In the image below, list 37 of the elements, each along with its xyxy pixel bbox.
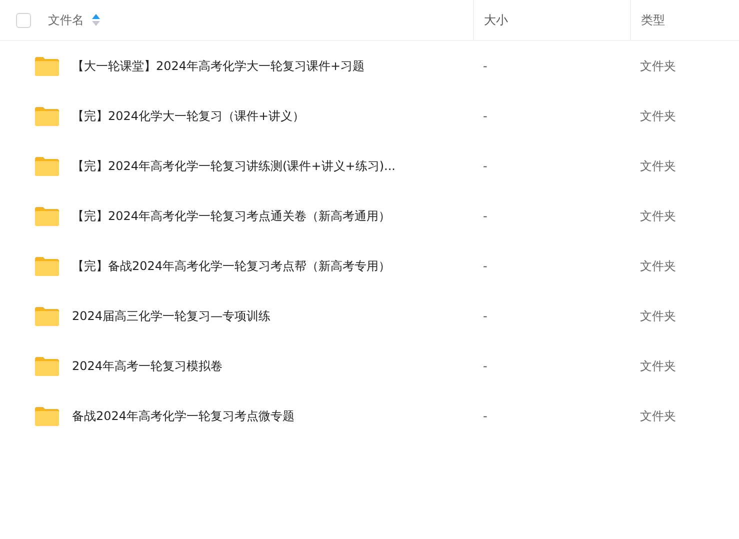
folder-icon bbox=[34, 206, 60, 226]
file-size: - bbox=[483, 409, 488, 423]
file-size: - bbox=[483, 209, 488, 223]
file-type: 文件夹 bbox=[640, 408, 676, 422]
file-name[interactable]: 【完】2024化学大一轮复习（课件+讲义） bbox=[72, 108, 305, 124]
file-type: 文件夹 bbox=[640, 258, 676, 272]
folder-icon bbox=[34, 356, 60, 376]
column-header[interactable]: 文件名 bbox=[48, 12, 84, 28]
file-size: - bbox=[483, 259, 488, 273]
file-size: - bbox=[483, 59, 488, 73]
file-name[interactable]: 备战2024年高考化学一轮复习考点微专题 bbox=[72, 408, 295, 424]
folder-icon bbox=[34, 256, 60, 276]
file-size: - bbox=[483, 109, 488, 123]
folder-icon bbox=[34, 106, 60, 126]
folder-icon bbox=[34, 406, 60, 426]
select-all-checkbox[interactable] bbox=[16, 12, 31, 28]
file-type: 文件夹 bbox=[640, 158, 676, 172]
folder-icon bbox=[34, 156, 60, 176]
sort-icon[interactable] bbox=[92, 14, 100, 26]
file-size: - bbox=[483, 159, 488, 173]
file-type: 文件夹 bbox=[640, 208, 676, 222]
file-size: - bbox=[483, 359, 488, 373]
file-name[interactable]: 【完】备战2024年高考化学一轮复习考点帮（新高考专用） bbox=[72, 258, 391, 274]
column-header[interactable]: 大小 bbox=[484, 12, 508, 28]
column-header[interactable]: 类型 bbox=[641, 12, 665, 28]
file-name[interactable]: 【完】2024年高考化学一轮复习考点通关卷（新高考通用） bbox=[72, 208, 391, 224]
file-type: 文件夹 bbox=[640, 108, 676, 122]
file-type: 文件夹 bbox=[640, 358, 676, 372]
file-type: 文件夹 bbox=[640, 58, 676, 72]
file-name[interactable]: 2024年高考一轮复习模拟卷 bbox=[72, 358, 223, 374]
file-size: - bbox=[483, 309, 488, 323]
folder-icon bbox=[34, 56, 60, 76]
folder-icon bbox=[34, 306, 60, 326]
file-name[interactable]: 2024届高三化学一轮复习—专项训练 bbox=[72, 308, 271, 324]
file-type: 文件夹 bbox=[640, 308, 676, 322]
file-name[interactable]: 【大一轮课堂】2024年高考化学大一轮复习课件+习题 bbox=[72, 58, 365, 74]
file-name[interactable]: 【完】2024年高考化学一轮复习讲练测(课件+讲义+练习)... bbox=[72, 158, 396, 174]
